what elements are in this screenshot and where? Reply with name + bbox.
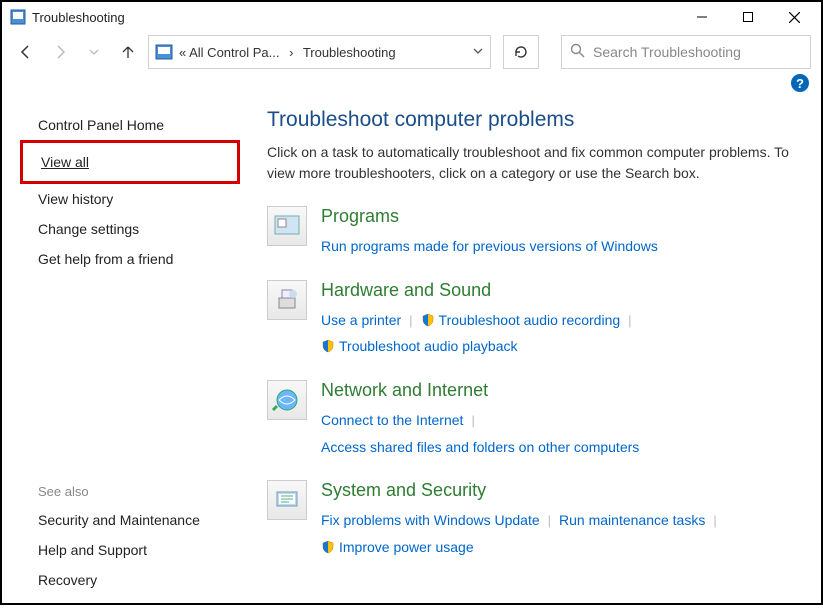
app-icon <box>10 9 26 25</box>
link-separator: | <box>471 413 474 428</box>
sidebar-item-view-history[interactable]: View history <box>38 184 237 214</box>
category-links: Use a printer | Troubleshoot audio recordi… <box>321 307 795 360</box>
category: Programs Run programs made for previous v… <box>267 206 795 260</box>
shield-icon <box>321 538 335 552</box>
back-button[interactable] <box>12 38 40 66</box>
category: System and Security Fix problems with Win… <box>267 480 795 560</box>
see-also-header: See also <box>38 484 237 499</box>
category-icon <box>267 480 307 520</box>
recent-dropdown[interactable] <box>80 38 108 66</box>
category: Hardware and Sound Use a printer | Troubles… <box>267 280 795 360</box>
troubleshooter-link[interactable]: Improve power usage <box>339 539 474 555</box>
link-separator: | <box>548 513 551 528</box>
sidebar-item-get-help[interactable]: Get help from a friend <box>38 244 237 274</box>
help-icon[interactable]: ? <box>791 74 809 92</box>
forward-button[interactable] <box>46 38 74 66</box>
category: Network and Internet Connect to the Inter… <box>267 380 795 460</box>
search-box[interactable] <box>561 35 811 69</box>
see-also-recovery[interactable]: Recovery <box>38 565 237 595</box>
category-title[interactable]: Network and Internet <box>321 380 795 401</box>
link-separator: | <box>409 313 412 328</box>
category-icon <box>267 206 307 246</box>
address-text: « All Control Pa... › Troubleshooting <box>179 45 472 60</box>
troubleshooter-link[interactable]: Run maintenance tasks <box>559 512 705 528</box>
search-icon <box>570 43 585 61</box>
maximize-button[interactable] <box>725 2 771 32</box>
troubleshooter-link[interactable]: Run programs made for previous versions … <box>321 238 658 254</box>
shield-icon <box>421 311 435 325</box>
sidebar-item-change-settings[interactable]: Change settings <box>38 214 237 244</box>
toolbar: « All Control Pa... › Troubleshooting <box>2 32 821 72</box>
category-icon <box>267 280 307 320</box>
category-title[interactable]: Hardware and Sound <box>321 280 795 301</box>
category-title[interactable]: System and Security <box>321 480 795 501</box>
sidebar: Control Panel Home View all View history… <box>2 92 257 615</box>
see-also-help[interactable]: Help and Support <box>38 535 237 565</box>
category-links: Connect to the Internet | Access shared fi… <box>321 407 795 460</box>
minimize-button[interactable] <box>679 2 725 32</box>
category-links: Fix problems with Windows Update | Run mai… <box>321 507 795 560</box>
category-links: Run programs made for previous versions … <box>321 233 795 260</box>
sidebar-item-home[interactable]: Control Panel Home <box>38 110 237 140</box>
titlebar: Troubleshooting <box>2 2 821 32</box>
page-heading: Troubleshoot computer problems <box>267 108 795 132</box>
category-title[interactable]: Programs <box>321 206 795 227</box>
troubleshooter-link[interactable]: Troubleshoot audio recording <box>439 312 621 328</box>
address-dropdown-icon[interactable] <box>472 45 484 60</box>
troubleshooter-link[interactable]: Use a printer <box>321 312 401 328</box>
sidebar-item-view-all[interactable]: View all <box>23 147 229 177</box>
highlight-annotation: View all <box>20 140 240 184</box>
address-bar[interactable]: « All Control Pa... › Troubleshooting <box>148 35 491 69</box>
address-icon <box>155 43 173 61</box>
shield-icon <box>321 337 335 351</box>
window-title: Troubleshooting <box>32 10 125 25</box>
troubleshooter-link[interactable]: Troubleshoot audio playback <box>339 338 518 354</box>
link-separator: | <box>713 513 716 528</box>
page-description: Click on a task to automatically trouble… <box>267 142 795 184</box>
content-pane: Troubleshoot computer problems Click on … <box>257 92 821 615</box>
troubleshooter-link[interactable]: Fix problems with Windows Update <box>321 512 540 528</box>
close-button[interactable] <box>771 2 817 32</box>
up-button[interactable] <box>114 38 142 66</box>
link-separator: | <box>628 313 631 328</box>
troubleshooter-link[interactable]: Access shared files and folders on other… <box>321 439 639 455</box>
category-icon <box>267 380 307 420</box>
refresh-button[interactable] <box>503 35 539 69</box>
see-also-security[interactable]: Security and Maintenance <box>38 505 237 535</box>
search-input[interactable] <box>593 44 802 60</box>
troubleshooter-link[interactable]: Connect to the Internet <box>321 412 463 428</box>
